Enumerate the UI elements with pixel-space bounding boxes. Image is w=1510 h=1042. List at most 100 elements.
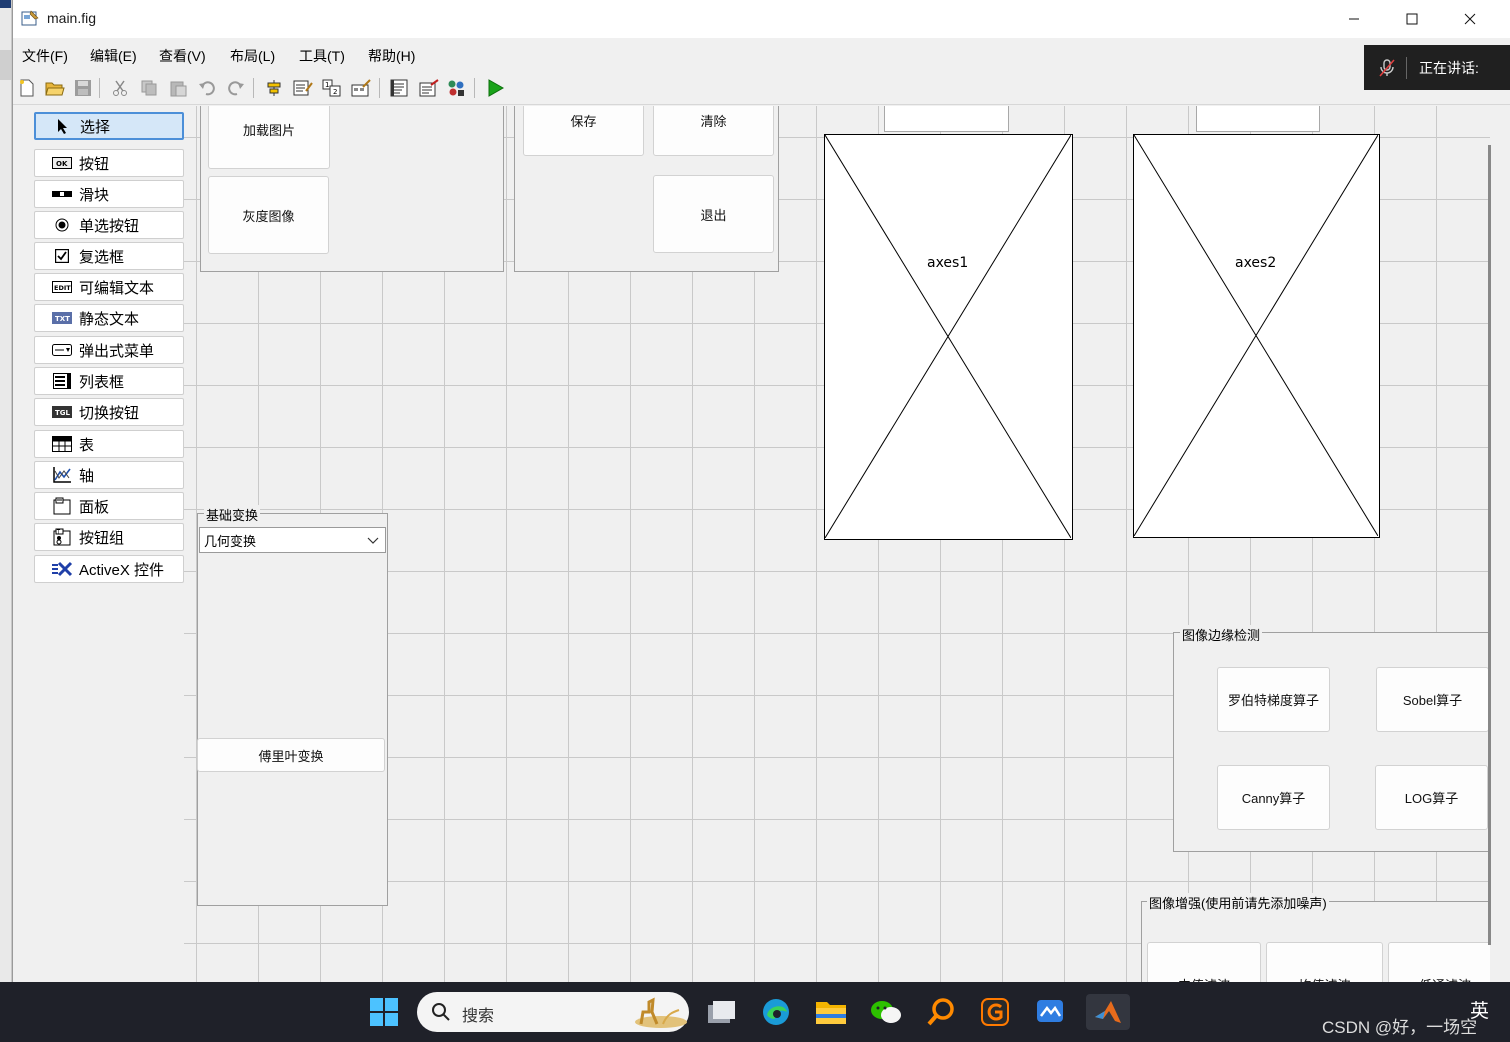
palette-radio-button[interactable]: 单选按钮 xyxy=(34,211,184,239)
mean-filter-button[interactable]: 均值滤波 xyxy=(1266,942,1383,982)
palette-label: 单选按钮 xyxy=(79,217,140,235)
save-disk-icon[interactable] xyxy=(72,77,94,99)
matlab-icon[interactable] xyxy=(1086,994,1130,1030)
component-placeholder[interactable] xyxy=(884,106,1009,132)
file-explorer-icon[interactable] xyxy=(812,994,850,1030)
editor-icon[interactable] xyxy=(389,77,411,99)
palette-axes[interactable]: 轴 xyxy=(34,461,184,489)
layout-canvas[interactable]: 加载图片 灰度图像 保存 清除 退出 axes1 axes2 几何变换 傅里叶变… xyxy=(184,106,1510,982)
open-folder-icon[interactable] xyxy=(44,77,66,99)
taskbar: 搜索 CSDN @好，一场空 英 xyxy=(0,982,1510,1042)
undo-icon[interactable] xyxy=(196,77,218,99)
palette-push-button[interactable]: OK 按钮 xyxy=(34,149,184,177)
edge-browser-icon[interactable] xyxy=(757,994,795,1030)
axes1-placeholder[interactable]: axes1 xyxy=(824,134,1073,540)
log-operator-button[interactable]: LOG算子 xyxy=(1375,765,1488,830)
clear-button[interactable]: 清除 xyxy=(653,106,774,156)
whiteboard-app-icon[interactable] xyxy=(1031,994,1069,1030)
svg-text:EDIT: EDIT xyxy=(54,284,71,292)
new-file-icon[interactable] xyxy=(16,77,38,99)
palette-label: ActiveX 控件 xyxy=(79,561,165,579)
palette-activex[interactable]: ActiveX 控件 xyxy=(34,555,184,583)
palette-checkbox[interactable]: 复选框 xyxy=(34,242,184,270)
basic-transform-title: 基础变换 xyxy=(204,505,261,524)
vertical-scrollbar[interactable] xyxy=(1488,145,1491,945)
maximize-button[interactable] xyxy=(1383,0,1441,38)
toolbar-editor-icon[interactable] xyxy=(350,77,372,99)
toggle-button-icon: TGL xyxy=(51,404,73,420)
wechat-icon[interactable] xyxy=(867,994,905,1030)
file-panel[interactable]: 加载图片 灰度图像 xyxy=(200,106,504,272)
palette-label: 弹出式菜单 xyxy=(79,342,155,360)
csdn-watermark: CSDN @好，一场空 xyxy=(1322,1018,1478,1037)
sobel-operator-button[interactable]: Sobel算子 xyxy=(1376,667,1489,732)
transform-popup-menu[interactable]: 几何变换 xyxy=(199,527,386,553)
menu-file[interactable]: 文件(F) xyxy=(22,46,68,66)
enhancement-title: 图像增强(使用前请先添加噪声) xyxy=(1147,893,1329,912)
menu-view[interactable]: 查看(V) xyxy=(159,46,206,66)
palette-label: 滑块 xyxy=(79,186,110,204)
paste-icon[interactable] xyxy=(167,77,189,99)
component-placeholder[interactable] xyxy=(1196,106,1320,132)
microphone-muted-icon xyxy=(1378,58,1396,78)
action-panel[interactable]: 保存 清除 退出 xyxy=(514,106,779,272)
copy-icon[interactable] xyxy=(138,77,160,99)
save-button[interactable]: 保存 xyxy=(523,106,644,156)
menu-layout[interactable]: 布局(L) xyxy=(230,46,275,66)
canny-operator-button[interactable]: Canny算子 xyxy=(1217,765,1330,830)
redo-icon[interactable] xyxy=(225,77,247,99)
palette-panel[interactable]: 面板 xyxy=(34,492,184,520)
bg-window-band xyxy=(0,50,11,80)
exit-button[interactable]: 退出 xyxy=(653,175,774,253)
svg-text:TGL: TGL xyxy=(55,409,71,417)
close-button[interactable] xyxy=(1441,0,1499,38)
minimize-button[interactable] xyxy=(1325,0,1383,38)
property-inspector-icon[interactable] xyxy=(418,77,440,99)
canvas-right-margin xyxy=(1490,106,1510,982)
input-method-indicator[interactable]: 英 xyxy=(1470,996,1489,1023)
checkbox-icon xyxy=(51,248,73,264)
cut-icon[interactable] xyxy=(109,77,131,99)
search-placeholder: 搜索 xyxy=(462,1008,495,1025)
task-view-icon[interactable] xyxy=(702,994,740,1030)
fourier-transform-button[interactable]: 傅里叶变换 xyxy=(197,738,385,772)
app-g-icon[interactable] xyxy=(976,994,1014,1030)
palette-select[interactable]: 选择 xyxy=(34,112,184,140)
palette-label: 列表框 xyxy=(79,373,125,391)
object-browser-icon[interactable] xyxy=(446,77,468,99)
menu-editor-icon[interactable] xyxy=(292,77,314,99)
search-tool-icon[interactable] xyxy=(922,994,960,1030)
taskbar-search[interactable]: 搜索 xyxy=(417,992,689,1032)
palette-toggle-button[interactable]: TGL 切换按钮 xyxy=(34,398,184,426)
axes2-placeholder[interactable]: axes2 xyxy=(1133,134,1380,538)
palette-slider[interactable]: 滑块 xyxy=(34,180,184,208)
align-objects-icon[interactable] xyxy=(263,77,285,99)
palette-label: 表 xyxy=(79,436,95,454)
palette-button-group[interactable]: T 按钮组 xyxy=(34,523,184,551)
median-filter-button[interactable]: 中值滤波 xyxy=(1147,942,1261,982)
palette-listbox[interactable]: 列表框 xyxy=(34,367,184,395)
palette-popup-menu[interactable]: 弹出式菜单 xyxy=(34,336,184,364)
push-button-icon: OK xyxy=(51,155,73,171)
menu-tools[interactable]: 工具(T) xyxy=(299,46,345,66)
menu-bar: 文件(F) 编辑(E) 查看(V) 布局(L) 工具(T) 帮助(H) xyxy=(13,39,1510,71)
svg-text:1: 1 xyxy=(325,81,329,89)
roberts-operator-button[interactable]: 罗伯特梯度算子 xyxy=(1217,667,1330,732)
basic-transform-panel[interactable]: 几何变换 傅里叶变换 xyxy=(197,513,388,906)
svg-text:OK: OK xyxy=(56,160,68,168)
windows-start-icon[interactable] xyxy=(365,994,403,1030)
palette-table[interactable]: 表 xyxy=(34,430,184,458)
title-bar: main.fig xyxy=(13,0,1510,38)
palette-edit-text[interactable]: EDIT 可编辑文本 xyxy=(34,273,184,301)
palette-static-text[interactable]: TXT 静态文本 xyxy=(34,304,184,332)
enhancement-panel[interactable]: 中值滤波 均值滤波 低通滤波 xyxy=(1141,901,1510,982)
lowpass-filter-button[interactable]: 低通滤波 xyxy=(1388,942,1502,982)
palette-label: 选择 xyxy=(80,118,111,136)
load-image-button[interactable]: 加载图片 xyxy=(208,106,330,169)
edge-detection-panel[interactable]: 罗伯特梯度算子 Sobel算子 Canny算子 LOG算子 xyxy=(1173,632,1510,852)
grayscale-button[interactable]: 灰度图像 xyxy=(208,176,329,254)
menu-edit[interactable]: 编辑(E) xyxy=(90,46,137,66)
run-figure-icon[interactable] xyxy=(484,77,506,99)
tab-order-editor-icon[interactable]: 12 xyxy=(321,77,343,99)
menu-help[interactable]: 帮助(H) xyxy=(368,46,415,66)
